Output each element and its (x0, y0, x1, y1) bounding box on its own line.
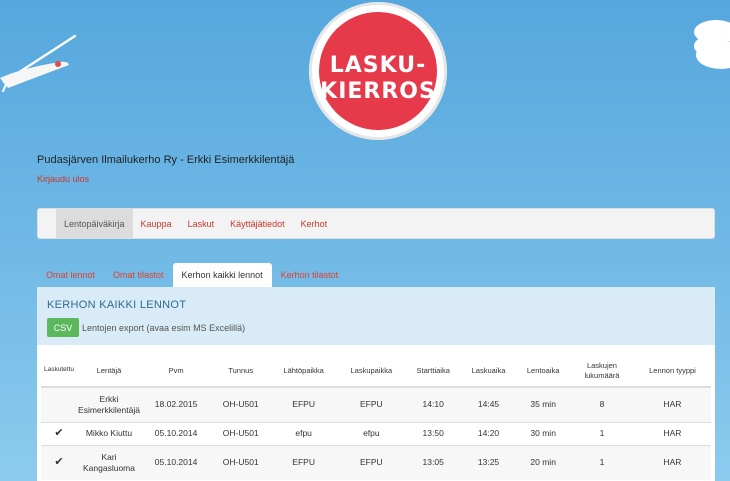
cell-lennon-tyyppi: HAR (633, 444, 711, 480)
col-header-laskupaikka: Laskupaikka (336, 355, 406, 388)
cell-starttiaika: 14:10 (405, 386, 461, 422)
cell-laskujen-lukumaara: 8 (569, 386, 634, 422)
cell-pvm: 05.10.2014 (141, 444, 212, 480)
cell-laskuaika: 13:25 (460, 444, 517, 480)
cell-lahtopaikka: EFPU (270, 386, 337, 422)
nav-item-kerhot[interactable]: Kerhot (293, 209, 336, 238)
csv-export-button[interactable]: CSV (47, 318, 79, 337)
col-header-lentaja: Lentäjä (77, 355, 141, 388)
cell-lentaja: Mikko Kiuttu (77, 421, 141, 445)
col-header-laskujen-lukumaara: Laskujen lukumäärä (569, 355, 634, 388)
cell-lahtopaikka: EFPU (270, 444, 337, 480)
checkmark-icon: ✔ (41, 444, 77, 480)
flights-table: Laskutettu Lentäjä Pvm Tunnus Lähtöpaikk… (41, 355, 711, 480)
col-header-laskuaika: Laskuaika (460, 355, 517, 388)
nav-item-laskut[interactable]: Laskut (180, 209, 223, 238)
logo-badge: LASKU- KIERROS (319, 12, 437, 130)
cell-laskujen-lukumaara: 1 (569, 421, 634, 445)
tab-kerhon-tilastot[interactable]: Kerhon tilastot (272, 263, 348, 287)
cell-lentaja: Erkki Esimerkkilentäjä (77, 386, 141, 422)
col-header-laskutettu: Laskutettu (41, 355, 77, 388)
main-nav: Lentopäiväkirja Kauppa Laskut Käyttäjäti… (37, 208, 715, 239)
cell-tunnus: OH-U501 (211, 386, 271, 422)
cloud-icon (694, 20, 730, 69)
glider-icon (0, 34, 77, 92)
logo-text-line2: KIERROS (320, 79, 436, 104)
table-row[interactable]: Erkki Esimerkkilentäjä 18.02.2015 OH-U50… (41, 386, 711, 422)
table-row[interactable]: ✔ Kari Kangasluoma 05.10.2014 OH-U501 EF… (41, 444, 711, 480)
export-description: Lentojen export (avaa esim MS Excelillä) (82, 322, 246, 333)
col-header-starttiaika: Starttiaika (405, 355, 461, 388)
cell-lentoaika: 35 min (516, 386, 570, 422)
col-header-pvm: Pvm (141, 355, 212, 388)
nav-item-kauppa[interactable]: Kauppa (133, 209, 180, 238)
cell-lentaja: Kari Kangasluoma (77, 444, 141, 480)
site-logo[interactable]: LASKU- KIERROS (309, 2, 447, 140)
flight-tabs: Omat lennot Omat tilastot Kerhon kaikki … (37, 263, 347, 287)
col-header-lennon-tyyppi: Lennon tyyppi (633, 355, 711, 388)
cell-lennon-tyyppi: HAR (633, 386, 711, 422)
cell-laskujen-lukumaara: 1 (569, 444, 634, 480)
panel-header: KERHON KAIKKI LENNOT CSV Lentojen export… (37, 287, 715, 345)
cell-laskupaikka: efpu (336, 421, 406, 445)
cell-tunnus: OH-U501 (211, 444, 271, 480)
cell-starttiaika: 13:05 (405, 444, 461, 480)
table-row[interactable]: ✔ Mikko Kiuttu 05.10.2014 OH-U501 efpu e… (41, 421, 711, 445)
tab-kerhon-kaikki-lennot[interactable]: Kerhon kaikki lennot (172, 263, 272, 287)
tab-omat-tilastot[interactable]: Omat tilastot (104, 263, 173, 287)
col-header-lahtopaikka: Lähtöpaikka (270, 355, 337, 388)
cell-laskupaikka: EFPU (336, 444, 406, 480)
cell-lentoaika: 20 min (516, 444, 570, 480)
cell-laskuaika: 14:45 (460, 386, 517, 422)
cell-pvm: 18.02.2015 (141, 386, 212, 422)
logout-link[interactable]: Kirjaudu ulos (37, 174, 89, 184)
cell-laskuaika: 14:20 (460, 421, 517, 445)
table-header-row: Laskutettu Lentäjä Pvm Tunnus Lähtöpaikk… (41, 355, 711, 388)
col-header-tunnus: Tunnus (211, 355, 271, 388)
nav-item-kayttajatiedot[interactable]: Käyttäjätiedot (222, 209, 293, 238)
checkmark-icon: ✔ (41, 421, 77, 445)
cell-lentoaika: 30 min (516, 421, 570, 445)
nav-item-lentopaivakirja[interactable]: Lentopäiväkirja (56, 209, 133, 238)
tab-omat-lennot[interactable]: Omat lennot (37, 263, 104, 287)
cell-pvm: 05.10.2014 (141, 421, 212, 445)
cell-tunnus: OH-U501 (211, 421, 271, 445)
export-row: CSV Lentojen export (avaa esim MS Exceli… (47, 318, 705, 337)
club-title: Pudasjärven Ilmailukerho Ry - Erkki Esim… (37, 154, 295, 166)
panel-title: KERHON KAIKKI LENNOT (47, 299, 187, 311)
col-header-lentoaika: Lentoaika (516, 355, 570, 388)
cell-lahtopaikka: efpu (270, 421, 337, 445)
flights-panel: KERHON KAIKKI LENNOT CSV Lentojen export… (37, 287, 715, 481)
logo-text-line1: LASKU- (329, 53, 427, 78)
cell-starttiaika: 13:50 (405, 421, 461, 445)
cell-laskupaikka: EFPU (336, 386, 406, 422)
cell-laskutettu (41, 386, 77, 422)
cell-lennon-tyyppi: HAR (633, 421, 711, 445)
